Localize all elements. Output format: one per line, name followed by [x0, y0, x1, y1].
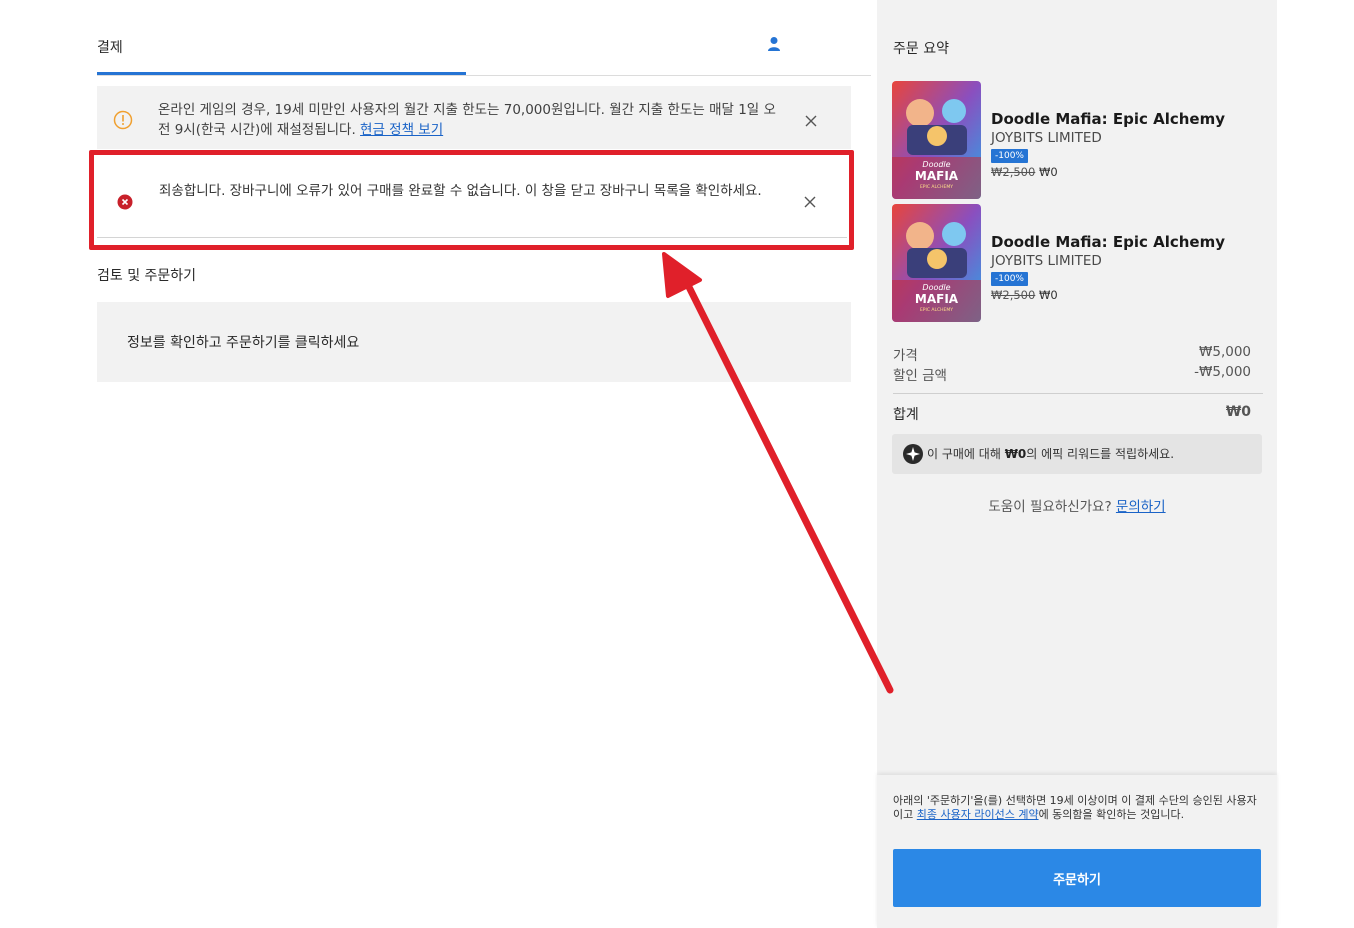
warning-circle-icon: [113, 110, 133, 130]
close-icon[interactable]: [802, 194, 818, 210]
total-label: 합계: [893, 407, 919, 423]
reward-text-post: 의 에픽 리워드를 적립하세요.: [1026, 447, 1175, 461]
item-name: Doodle Mafia: Epic Alchemy: [991, 233, 1225, 251]
review-info-box: 정보를 확인하고 주문하기를 클릭하세요: [97, 302, 851, 382]
game-thumbnail[interactable]: Doodle MAFIA EPIC ALCHEMY: [892, 204, 981, 322]
error-text: 죄송합니다. 장바구니에 오류가 있어 구매를 완료할 수 없습니다. 이 창을…: [159, 183, 762, 199]
summary-divider: [893, 393, 1263, 394]
place-order-button[interactable]: 주문하기: [893, 849, 1261, 907]
summary-title: 주문 요약: [893, 41, 949, 57]
notice-text: 온라인 게임의 경우, 19세 미만인 사용자의 월간 지출 한도는 70,00…: [158, 100, 788, 140]
cover-logo: Doodle: [922, 283, 950, 292]
game-cover-art: Doodle MAFIA EPIC ALCHEMY: [892, 81, 981, 199]
cart-item: Doodle MAFIA EPIC ALCHEMY Doodle Mafia: …: [892, 81, 1262, 199]
cover-subtitle: EPIC ALCHEMY: [920, 307, 953, 313]
help-line: 도움이 필요하신가요? 문의하기: [877, 495, 1277, 515]
contact-link[interactable]: 문의하기: [1116, 499, 1166, 515]
cover-logo: Doodle: [922, 160, 950, 169]
price-value: ₩5,000: [1199, 344, 1251, 360]
review-section-title: 검토 및 주문하기: [97, 268, 197, 284]
cash-policy-link[interactable]: 현금 정책 보기: [360, 122, 443, 138]
price-label: 가격: [893, 348, 918, 364]
item-prices: ₩2,500 ₩0: [991, 288, 1058, 302]
legal-text: 아래의 '주문하기'을(를) 선택하면 19세 이상이며 이 결제 수단의 승인…: [893, 794, 1263, 822]
help-text: 도움이 필요하신가요?: [988, 499, 1116, 515]
cover-title: MAFIA: [915, 169, 959, 183]
checkout-tabs: 결제: [97, 0, 871, 76]
epic-rewards-icon: [903, 444, 923, 464]
item-publisher: JOYBITS LIMITED: [991, 253, 1102, 269]
item-publisher: JOYBITS LIMITED: [991, 130, 1102, 146]
sale-price: ₩0: [1038, 288, 1058, 302]
legal-text-post: 에 동의함을 확인하는 것입니다.: [1038, 808, 1185, 821]
item-prices: ₩2,500 ₩0: [991, 165, 1058, 179]
original-price: ₩2,500: [991, 165, 1036, 179]
total-value: ₩0: [1225, 404, 1251, 420]
close-icon[interactable]: [803, 113, 819, 129]
reward-text-pre: 이 구매에 대해: [927, 447, 1005, 461]
cover-title: MAFIA: [915, 292, 959, 306]
game-cover-art: Doodle MAFIA EPIC ALCHEMY: [892, 204, 981, 322]
price-row: 가격 ₩5,000: [893, 344, 1251, 364]
review-info-text: 정보를 확인하고 주문하기를 클릭하세요: [127, 335, 360, 351]
reward-text: 이 구매에 대해 ₩0의 에픽 리워드를 적립하세요.: [927, 445, 1174, 462]
tab-checkout[interactable]: 결제: [97, 37, 123, 57]
discount-row: 할인 금액 -₩5,000: [893, 364, 1251, 384]
original-price: ₩2,500: [991, 288, 1036, 302]
cover-subtitle: EPIC ALCHEMY: [920, 184, 953, 190]
epic-rewards-banner: 이 구매에 대해 ₩0의 에픽 리워드를 적립하세요.: [892, 434, 1262, 474]
item-name: Doodle Mafia: Epic Alchemy: [991, 110, 1225, 128]
checkout-page: 결제 온라인 게임의 경우, 19세 미만인 사용자의 월간 지출 한도는 70…: [0, 0, 1354, 928]
discount-value: -₩5,000: [1194, 364, 1251, 380]
error-circle-icon: [117, 194, 133, 210]
sale-price: ₩0: [1038, 165, 1058, 179]
eula-link[interactable]: 최종 사용자 라이선스 계약: [917, 808, 1039, 821]
total-row: 합계 ₩0: [893, 404, 1251, 424]
reward-amount: ₩0: [1004, 447, 1027, 461]
discount-badge: -100%: [991, 149, 1028, 163]
cart-item: Doodle MAFIA EPIC ALCHEMY Doodle Mafia: …: [892, 204, 1262, 322]
spending-limit-notice: 온라인 게임의 경우, 19세 미만인 사용자의 월간 지출 한도는 70,00…: [97, 86, 851, 149]
discount-badge: -100%: [991, 272, 1028, 286]
cart-error-message: 죄송합니다. 장바구니에 오류가 있어 구매를 완료할 수 없습니다. 이 창을…: [97, 160, 847, 238]
user-icon[interactable]: [767, 36, 781, 52]
notice-message: 온라인 게임의 경우, 19세 미만인 사용자의 월간 지출 한도는 70,00…: [158, 102, 776, 138]
tab-active-underline: [97, 72, 466, 75]
game-thumbnail[interactable]: Doodle MAFIA EPIC ALCHEMY: [892, 81, 981, 199]
order-footer: 아래의 '주문하기'을(를) 선택하면 19세 이상이며 이 결제 수단의 승인…: [877, 775, 1277, 928]
discount-label: 할인 금액: [893, 368, 947, 384]
